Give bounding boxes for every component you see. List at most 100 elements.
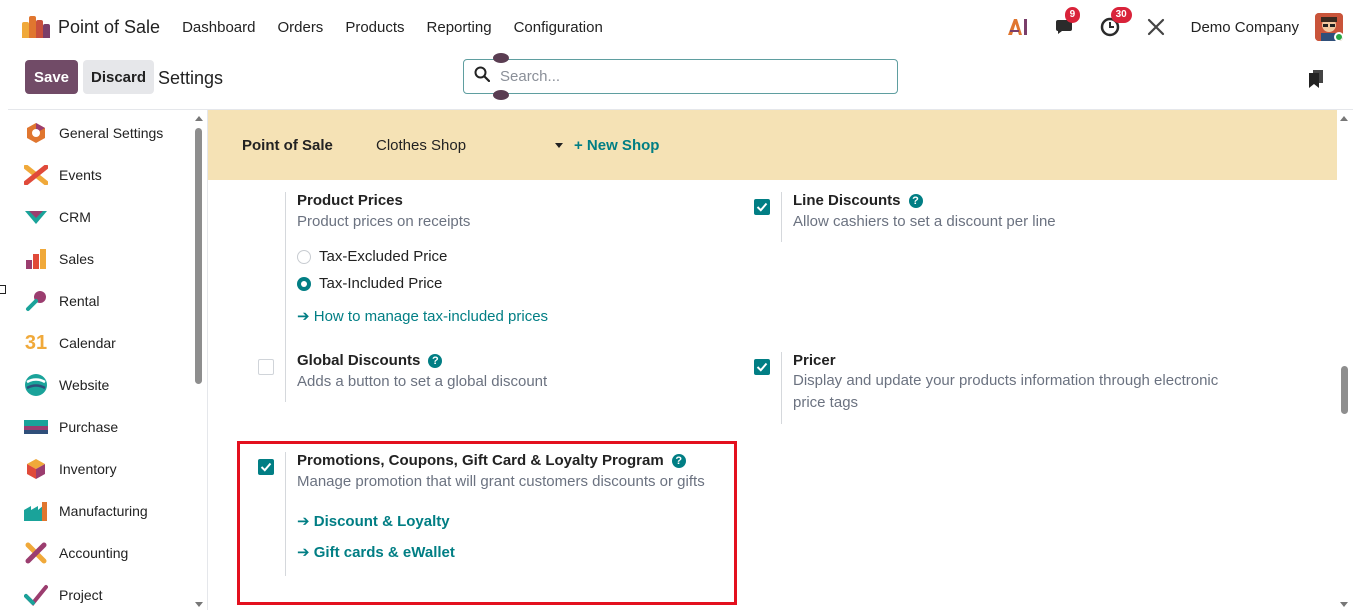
bookmark-icon[interactable] [1309,70,1323,93]
shop-selector-bar: Point of Sale Clothes Shop + New Shop [208,110,1337,180]
main-menu: Dashboard Orders Products Reporting Conf… [182,19,625,36]
calendar-icon: 31 [24,331,48,355]
activities-clock-icon[interactable]: 30 [1099,7,1132,38]
pricer-checkbox[interactable] [754,359,770,375]
control-panel: Save Discard Settings [8,53,1353,110]
arrow-right-icon: ➔ [297,308,314,325]
discount-loyalty-link[interactable]: ➔ Discount & Loyalty [297,512,725,531]
discard-button[interactable]: Discard [83,60,154,94]
sidebar-item-crm[interactable]: CRM [8,196,198,238]
setting-divider [285,452,286,576]
setting-description: Product prices on receipts [297,213,471,230]
sidebar-item-purchase[interactable]: Purchase [8,406,198,448]
sidebar-scroll-up-arrow[interactable] [195,116,203,121]
project-check-icon [24,583,48,607]
messages-icon[interactable]: 9 [1053,7,1081,38]
menu-dashboard[interactable]: Dashboard [182,19,255,36]
sidebar-item-project[interactable]: Project [8,574,198,610]
sidebar-item-label: Sales [59,251,95,267]
setting-title: Product Prices [297,192,403,209]
pos-app-icon [22,16,50,38]
search-bar[interactable] [463,59,898,94]
debug-tools-icon[interactable] [1145,16,1167,38]
manufacturing-icon [24,499,48,523]
setting-description: Manage promotion that will grant custome… [297,473,705,490]
app-brand[interactable]: Point of Sale [22,16,160,38]
shop-selector-label: Point of Sale [242,137,333,154]
content-scrollbar[interactable] [1341,366,1348,414]
setting-divider [285,352,286,402]
setting-description: Allow cashiers to set a discount per lin… [793,213,1056,230]
help-icon[interactable]: ? [671,453,686,468]
navbar-systray: 9 30 Demo Company [1007,0,1353,54]
top-navbar: Point of Sale Dashboard Orders Products … [8,0,1353,54]
purchase-icon [24,415,48,439]
sidebar-item-label: Events [59,167,102,183]
content-scroll-up-arrow[interactable] [1340,116,1348,121]
sidebar-item-inventory[interactable]: Inventory [8,448,198,490]
sidebar-item-rental[interactable]: Rental [8,280,198,322]
setting-divider [781,352,782,424]
sidebar-item-label: Website [59,377,110,393]
sidebar-item-label: Accounting [59,545,129,561]
sidebar-item-events[interactable]: Events [8,154,198,196]
setting-line-discounts: Line Discounts? Allow cashiers to set a … [781,192,1301,242]
sidebar-item-label: Manufacturing [59,503,148,519]
setting-title-text: Line Discounts [793,192,901,209]
setting-title-text: Global Discounts [297,352,421,369]
setting-promotions: Promotions, Coupons, Gift Card & Loyalty… [285,452,725,576]
promotions-checkbox[interactable] [258,459,274,475]
help-icon[interactable]: ? [908,193,923,208]
link-label: How to manage tax-included prices [313,308,549,325]
radio-tax-included[interactable]: Tax-Included Price [297,270,705,297]
setting-title: Pricer [793,352,836,369]
radio-tax-excluded[interactable]: Tax-Excluded Price [297,243,705,270]
setting-title: Line Discounts? [793,192,1301,209]
line-discounts-checkbox[interactable] [754,199,770,215]
chevron-down-icon[interactable] [555,143,563,148]
setting-product-prices: Product Prices Product prices on receipt… [285,192,705,352]
sidebar-scrollbar[interactable] [195,128,202,384]
user-avatar[interactable] [1315,13,1343,41]
radio-button[interactable] [297,276,311,291]
accounting-icon [24,541,48,565]
search-input[interactable] [500,68,860,85]
sidebar-item-sales[interactable]: Sales [8,238,198,280]
global-discounts-checkbox[interactable] [258,359,274,375]
save-button[interactable]: Save [25,60,78,94]
menu-configuration[interactable]: Configuration [514,19,603,36]
link-label: Gift cards & eWallet [313,544,455,561]
sidebar-item-manufacturing[interactable]: Manufacturing [8,490,198,532]
events-icon [24,163,48,187]
resize-handle-top[interactable] [493,53,509,63]
content-scroll-down-arrow[interactable] [1340,602,1348,607]
resize-handle-bottom[interactable] [493,90,509,100]
ai-icon[interactable] [1007,16,1029,38]
sidebar-item-label: Inventory [59,461,117,477]
sidebar-item-general-settings[interactable]: General Settings [8,112,198,154]
sidebar-scroll-down-arrow[interactable] [195,602,203,607]
menu-reporting[interactable]: Reporting [427,19,492,36]
arrow-right-icon: ➔ [297,513,314,530]
link-label: Discount & Loyalty [313,513,450,530]
menu-products[interactable]: Products [345,19,404,36]
setting-global-discounts: Global Discounts? Adds a button to set a… [285,352,705,402]
company-switcher[interactable]: Demo Company [1191,19,1299,36]
gift-cards-ewallet-link[interactable]: ➔ Gift cards & eWallet [297,543,725,562]
sales-icon [24,247,48,271]
new-shop-button[interactable]: + New Shop [574,137,659,154]
sidebar-item-website[interactable]: Website [8,364,198,406]
sidebar-item-calendar[interactable]: 31 Calendar [8,322,198,364]
radio-button[interactable] [297,249,311,264]
setting-description: Display and update your products informa… [793,372,1219,411]
tax-help-link[interactable]: ➔ How to manage tax-included prices [297,307,705,326]
sidebar-item-accounting[interactable]: Accounting [8,532,198,574]
messages-count-badge: 9 [1064,7,1081,23]
radio-label: Tax-Included Price [319,275,443,292]
menu-orders[interactable]: Orders [277,19,323,36]
setting-divider [285,192,286,352]
help-icon[interactable]: ? [428,353,443,368]
shop-select[interactable]: Clothes Shop [376,137,466,154]
arrow-right-icon: ➔ [297,544,314,561]
setting-divider [781,192,782,242]
